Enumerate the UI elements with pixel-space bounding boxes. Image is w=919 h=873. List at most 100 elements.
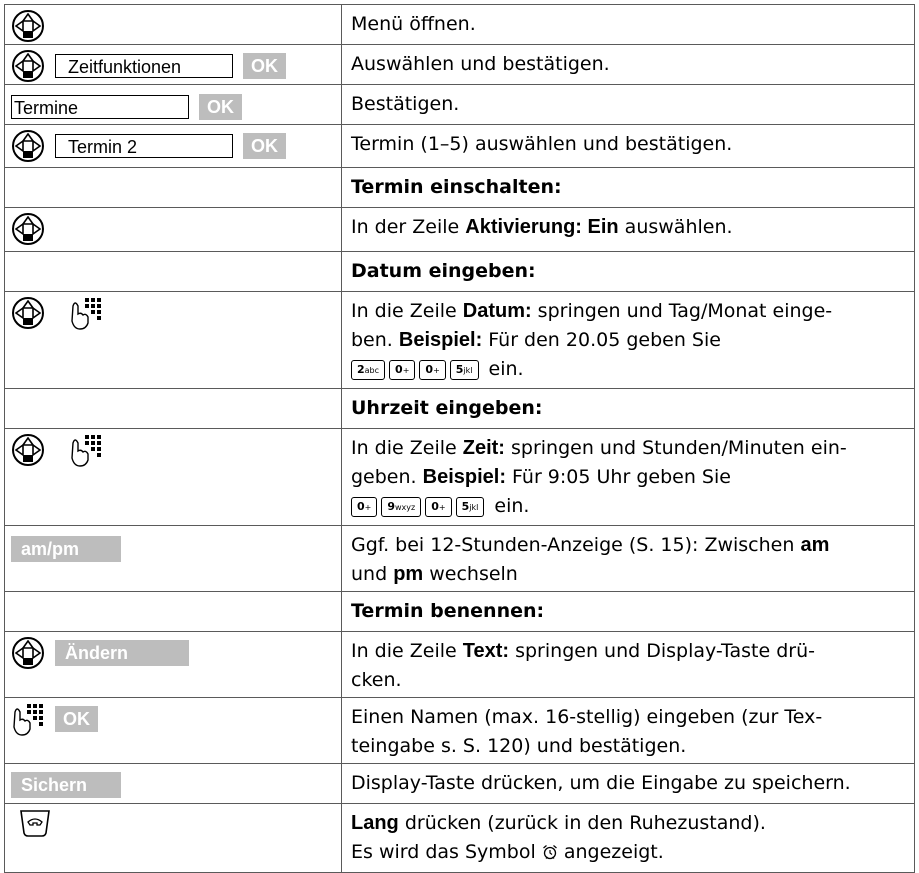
step-row: In die Zeile Zeit: springen und Stunden/… (4, 428, 915, 526)
sichern-softkey[interactable]: Sichern (11, 772, 121, 798)
key-0-icon: 0+ (389, 359, 416, 380)
nav-key-down-icon (11, 636, 45, 670)
description-cell: In die Zeile Zeit: springen und Stunden/… (341, 428, 915, 526)
example-label: Beispiel: (422, 466, 506, 488)
action-cell: am/pm (4, 525, 342, 592)
aendern-softkey[interactable]: Ändern (55, 640, 189, 666)
section-heading: Termin benennen: (341, 591, 915, 632)
action-cell (4, 207, 342, 252)
section-heading: Termin einschalten: (341, 167, 915, 208)
text-part: Einen Namen (max. 16-stellig) eingeben (… (351, 706, 823, 728)
action-cell: OK (4, 697, 342, 764)
text-part: springen und Stunden/Minuten ein- (504, 437, 847, 459)
text-part: wechseln (423, 563, 518, 585)
text-part: und (351, 563, 394, 585)
nav-key-down-icon (11, 129, 45, 163)
example-label: Beispiel: (398, 329, 483, 351)
ok-softkey[interactable]: OK (199, 94, 242, 120)
step-row: Zeitfunktionen OK Auswählen und bestätig… (4, 44, 915, 85)
action-cell (4, 428, 342, 526)
am-pm-softkey[interactable]: am/pm (11, 536, 121, 562)
key-0-icon: 0+ (425, 496, 452, 517)
menu-entry-field[interactable]: Zeitfunktionen (55, 54, 233, 78)
step-row: OK Einen Namen (max. 16-stellig) eingebe… (4, 697, 915, 764)
key-letters: + (402, 365, 410, 375)
step-row: Datum eingeben: (4, 251, 915, 292)
text-part: angezeigt. (557, 841, 664, 863)
step-row: In die Zeile Datum: springen und Tag/Mon… (4, 291, 915, 389)
step-row: In der Zeile Aktivierung: Ein auswählen. (4, 207, 915, 252)
text-part: Ggf. bei 12-Stunden-Anzeige (S. 15): Zwi… (351, 534, 801, 556)
menu-label-bold: Aktivierung: Ein (465, 216, 619, 238)
step-row: Termin einschalten: (4, 167, 915, 208)
action-cell (4, 251, 342, 292)
step-row: Termin 2 OK Termin (1–5) auswählen und b… (4, 124, 915, 168)
key-digit: 0 (357, 499, 365, 513)
key-letters: + (433, 365, 440, 375)
action-cell (4, 167, 342, 208)
text-part: teingabe s. S. 120) und bestätigen. (351, 735, 687, 757)
step-row: Termine OK Bestätigen. (4, 84, 915, 125)
menu-entry-field[interactable]: Termine (11, 95, 189, 119)
text-part: springen und Display-Taste drü- (509, 640, 815, 662)
description-cell: Bestätigen. (341, 84, 915, 125)
ok-softkey[interactable]: OK (243, 133, 286, 159)
step-row: Menü öffnen. (4, 4, 915, 45)
alarm-clock-icon (542, 844, 558, 860)
action-cell: Sichern (4, 763, 342, 804)
action-cell (4, 591, 342, 632)
action-cell (4, 4, 342, 45)
text-part: ein. (494, 495, 530, 517)
step-row: Sichern Display-Taste drücken, um die Ei… (4, 763, 915, 804)
menu-label-bold: Text: (462, 640, 510, 662)
nav-key-down-icon (11, 212, 45, 246)
instruction-table: Menü öffnen. Zeitfunktionen OK Auswählen… (4, 4, 915, 873)
text-part: ein. (488, 358, 524, 380)
step-row: am/pm Ggf. bei 12-Stunden-Anzeige (S. 15… (4, 525, 915, 592)
key-5-icon: 5jkl (449, 359, 479, 380)
action-cell (4, 291, 342, 389)
key-letters: + (364, 502, 372, 512)
section-heading: Uhrzeit eingeben: (341, 388, 915, 429)
description-cell: In die Zeile Datum: springen und Tag/Mon… (341, 291, 915, 389)
text-part: Es wird das Symbol (351, 841, 542, 863)
description-cell: In der Zeile Aktivierung: Ein auswählen. (341, 207, 915, 252)
description-cell: Auswählen und bestätigen. (341, 44, 915, 85)
ok-softkey[interactable]: OK (55, 706, 98, 732)
description-cell: Display-Taste drücken, um die Eingabe zu… (341, 763, 915, 804)
keypad-icon (69, 433, 103, 467)
nav-key-down-icon (11, 9, 45, 43)
key-digit: 0 (395, 362, 403, 376)
nav-key-down-icon (11, 49, 45, 83)
text-part: In die Zeile (351, 437, 463, 459)
text-part: In die Zeile (351, 300, 463, 322)
key-digit: 9 (387, 499, 396, 513)
key-9-icon: 9wxyz (381, 496, 422, 517)
step-row: Ändern In die Zeile Text: springen und D… (4, 631, 915, 698)
section-heading: Datum eingeben: (341, 251, 915, 292)
key-digit: 0 (425, 362, 434, 376)
description-cell: Termin (1–5) auswählen und bestätigen. (341, 124, 915, 168)
key-0-icon: 0+ (419, 359, 446, 380)
text-part: Für 9:05 Uhr geben Sie (505, 466, 731, 488)
action-cell: Termin 2 OK (4, 124, 342, 168)
ok-softkey[interactable]: OK (243, 53, 286, 79)
nav-key-down-icon (11, 433, 45, 467)
nav-key-down-icon (11, 296, 45, 330)
action-cell: Termine OK (4, 84, 342, 125)
end-call-key-icon (19, 808, 51, 838)
text-part: springen und Tag/Monat einge- (531, 300, 833, 322)
text-part: geben. (351, 466, 423, 488)
key-letters: abc (364, 365, 380, 375)
text-part: In die Zeile (351, 640, 463, 662)
pm-label: pm (393, 563, 424, 585)
menu-entry-field[interactable]: Termin 2 (55, 134, 233, 158)
text-part: Für den 20.05 geben Sie (482, 329, 721, 351)
lang-label: Lang (351, 812, 399, 834)
step-row: Uhrzeit eingeben: (4, 388, 915, 429)
description-cell: Ggf. bei 12-Stunden-Anzeige (S. 15): Zwi… (341, 525, 915, 592)
key-letters: jkl (469, 502, 479, 512)
key-digit: 2 (357, 362, 365, 376)
action-cell (4, 388, 342, 429)
menu-label-bold: Zeit: (462, 437, 505, 459)
